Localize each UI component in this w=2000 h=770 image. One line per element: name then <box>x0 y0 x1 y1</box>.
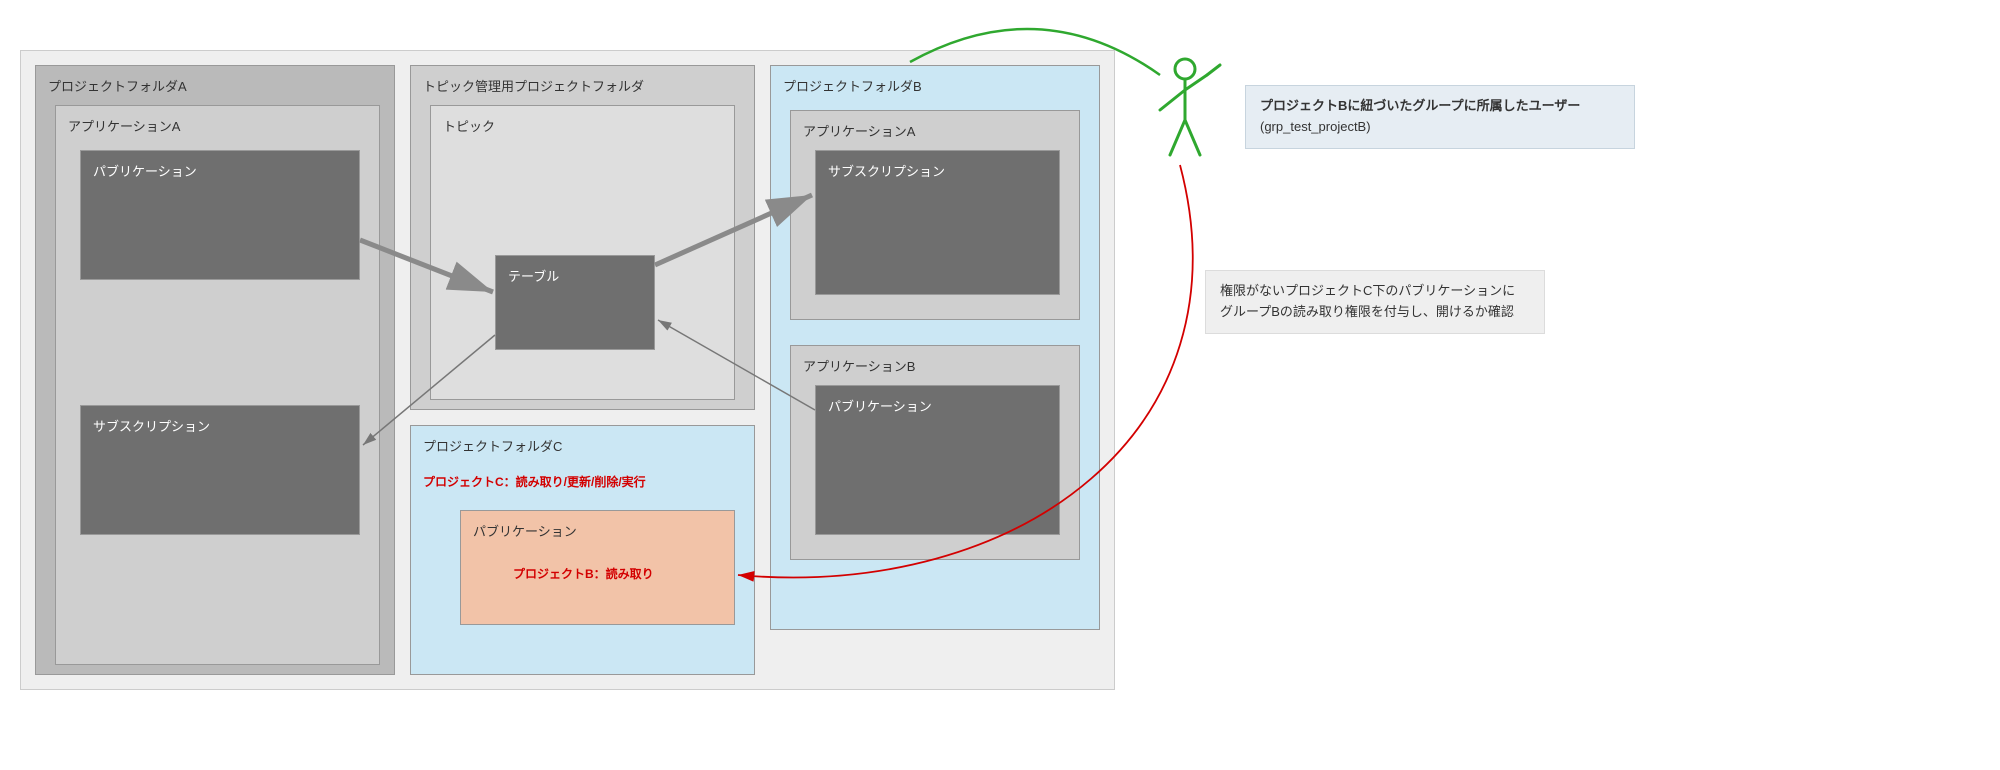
publication-a-label: パブリケーション <box>93 161 347 180</box>
publication-b-label: パブリケーション <box>828 396 1047 415</box>
application-b-right-title: アプリケーションB <box>803 356 1067 375</box>
project-folder-b-title: プロジェクトフォルダB <box>783 76 1087 95</box>
application-a-right-title: アプリケーションA <box>803 121 1067 140</box>
user-icon <box>1145 55 1225 165</box>
topic-container: トピック <box>430 105 735 400</box>
user-callout-line1: プロジェクトBに紐づいたグループに所属したユーザー <box>1260 98 1580 113</box>
table-node: テーブル <box>495 255 655 350</box>
table-label: テーブル <box>508 266 642 285</box>
publication-c: パブリケーション プロジェクトB：読み取り <box>460 510 735 625</box>
note-callout: 権限がないプロジェクトC下のパブリケーションに グループBの読み取り権限を付与し… <box>1205 270 1545 334</box>
diagram-canvas: プロジェクトフォルダA アプリケーションA パブリケーション サブスクリプション… <box>0 0 2000 770</box>
user-callout-line2: (grp_test_projectB) <box>1260 119 1371 134</box>
publication-b: パブリケーション <box>815 385 1060 535</box>
subscription-b-label: サブスクリプション <box>828 161 1047 180</box>
note-line1: 権限がないプロジェクトC下のパブリケーションに <box>1220 283 1515 298</box>
project-folder-c-title: プロジェクトフォルダC <box>423 436 742 455</box>
project-c-permissions: プロジェクトC：読み取り/更新/削除/実行 <box>423 473 742 490</box>
note-line2: グループBの読み取り権限を付与し、開けるか確認 <box>1220 304 1514 319</box>
topic-title: トピック <box>443 116 722 135</box>
publication-a: パブリケーション <box>80 150 360 280</box>
topic-management-folder-title: トピック管理用プロジェクトフォルダ <box>423 76 742 95</box>
publication-c-label: パブリケーション <box>473 521 722 540</box>
user-callout: プロジェクトBに紐づいたグループに所属したユーザー (grp_test_proj… <box>1245 85 1635 149</box>
subscription-b: サブスクリプション <box>815 150 1060 295</box>
application-a-left-title: アプリケーションA <box>68 116 367 135</box>
publication-c-permission: プロジェクトB：読み取り <box>513 565 722 582</box>
project-folder-a-title: プロジェクトフォルダA <box>48 76 382 95</box>
subscription-a-label: サブスクリプション <box>93 416 347 435</box>
subscription-a: サブスクリプション <box>80 405 360 535</box>
